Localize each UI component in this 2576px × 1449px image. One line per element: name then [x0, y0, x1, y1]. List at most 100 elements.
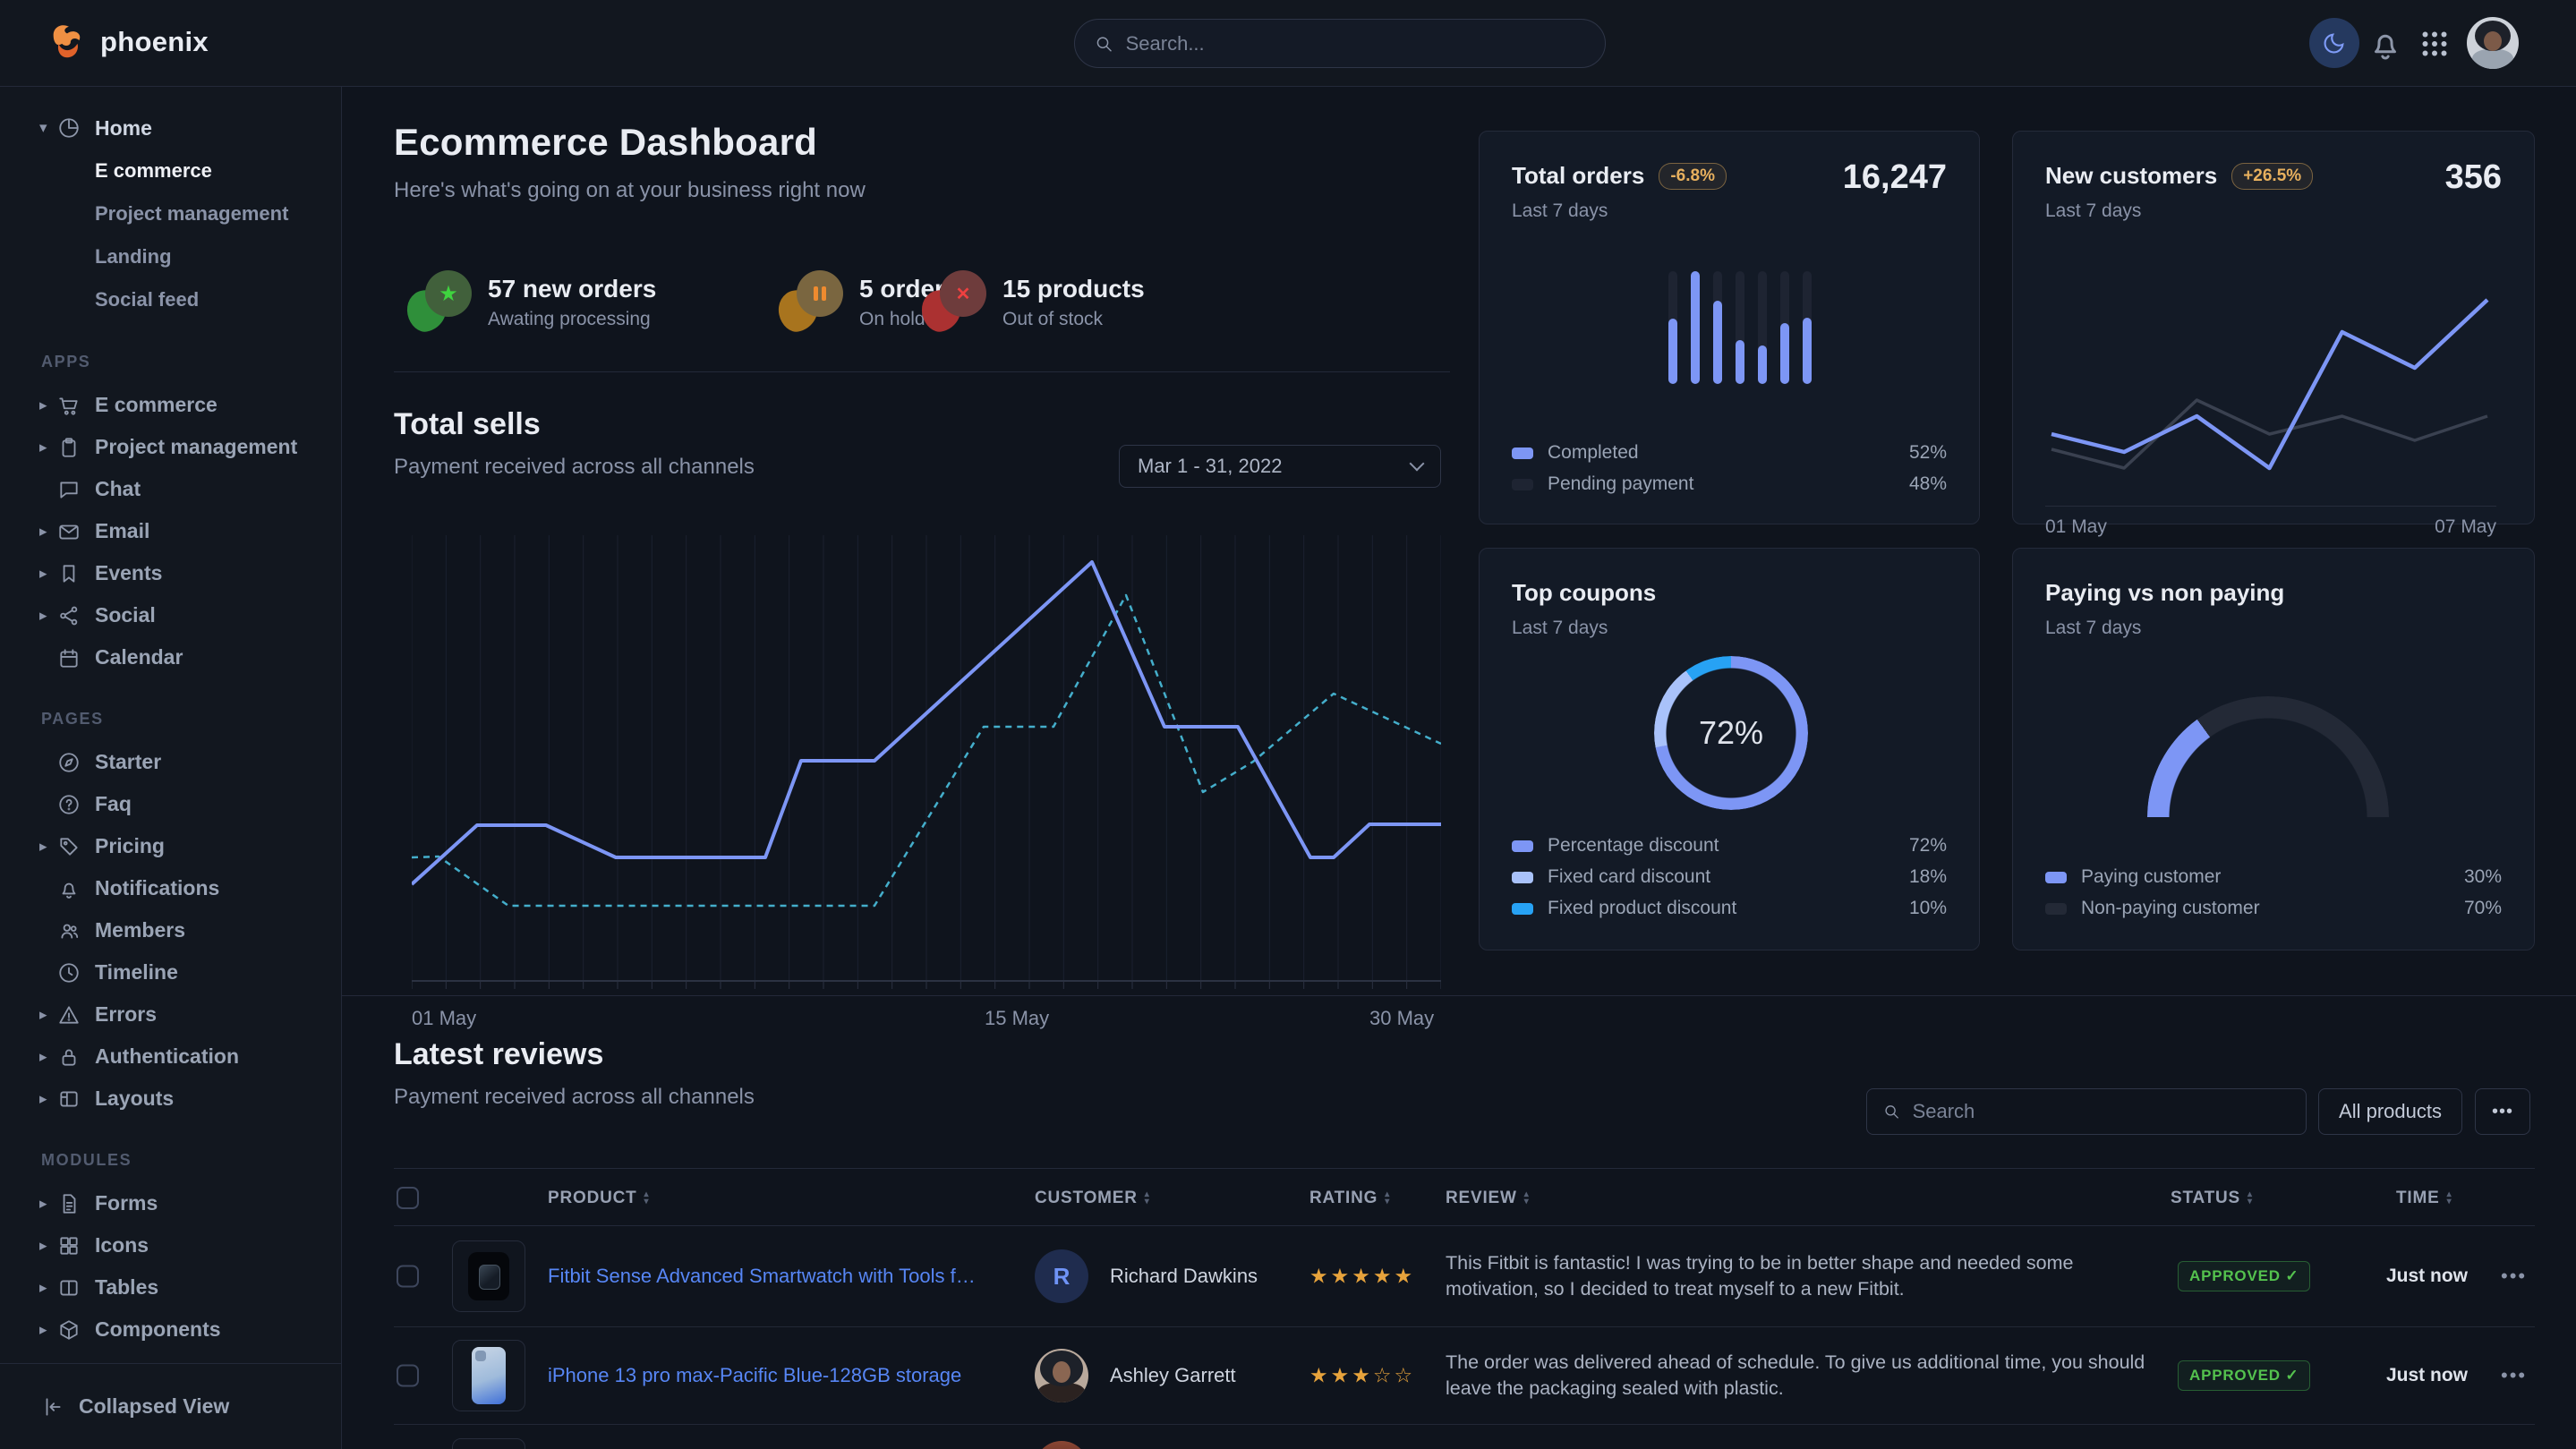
notifications-bell-icon[interactable]	[2367, 25, 2404, 63]
reviews-search[interactable]	[1866, 1088, 2307, 1135]
column-time[interactable]: TIME▴▾	[2396, 1169, 2452, 1227]
row-checkbox[interactable]	[397, 1266, 419, 1288]
customer-avatar[interactable]	[1035, 1441, 1088, 1449]
caret-right-icon: ▸	[39, 1006, 57, 1024]
orders-bar-chart	[1668, 271, 1812, 384]
sidebar-item-project-management[interactable]: ▸ Project management	[0, 426, 341, 468]
sidebar-item-starter[interactable]: Starter	[0, 741, 341, 783]
card-caption: Last 7 days	[2045, 618, 2502, 639]
sidebar-item-calendar[interactable]: Calendar	[0, 636, 341, 678]
users-icon	[57, 919, 81, 942]
row-menu-button[interactable]: •••	[2501, 1265, 2527, 1288]
layout-icon	[57, 1087, 81, 1111]
tag-icon	[57, 835, 81, 858]
theme-toggle-button[interactable]	[2309, 18, 2359, 68]
search-input[interactable]	[1126, 32, 1585, 55]
question-icon	[57, 793, 81, 816]
card-title: Top coupons	[1512, 579, 1656, 607]
collapse-sidebar-button[interactable]: Collapsed View	[0, 1363, 341, 1449]
column-rating[interactable]: RATING▴▾	[1309, 1169, 1390, 1227]
cart-icon	[57, 394, 81, 417]
search-icon	[1095, 34, 1113, 54]
sort-icon: ▴▾	[1524, 1191, 1530, 1206]
row-checkbox[interactable]	[397, 1365, 419, 1387]
all-products-button[interactable]: All products	[2318, 1088, 2462, 1135]
donut-center-label: 72%	[1654, 656, 1808, 810]
product-link[interactable]: iPhone 13 pro max-Pacific Blue-128GB sto…	[548, 1364, 977, 1387]
calendar-icon	[57, 646, 81, 669]
pie-chart-icon	[57, 116, 81, 140]
reviews-search-input[interactable]	[1913, 1100, 2290, 1123]
bookmark-icon	[57, 562, 81, 585]
x-tick-15may: 15 May	[985, 1007, 1049, 1030]
check-icon: ✓	[2285, 1367, 2299, 1384]
customer-avatar[interactable]	[1035, 1349, 1088, 1402]
sidebar-item-project-management-dashboard[interactable]: Project management	[0, 192, 341, 235]
apps-grid-icon[interactable]	[2418, 28, 2451, 60]
sidebar-item-timeline[interactable]: Timeline	[0, 951, 341, 993]
sidebar-item-events[interactable]: ▸ Events	[0, 552, 341, 594]
app-root: phoenix ▾	[0, 0, 2576, 1449]
column-status[interactable]: STATUS▴▾	[2171, 1169, 2253, 1227]
sidebar-item-faq[interactable]: Faq	[0, 783, 341, 825]
chat-icon	[57, 478, 81, 501]
compass-icon	[57, 751, 81, 774]
sidebar-item-errors[interactable]: ▸ Errors	[0, 993, 341, 1036]
sidebar-item-forms[interactable]: ▸ Forms	[0, 1182, 341, 1224]
product-thumbnail-fitbit[interactable]	[452, 1240, 525, 1312]
caret-right-icon: ▸	[39, 1279, 57, 1297]
sidebar-item-notifications[interactable]: Notifications	[0, 867, 341, 909]
sidebar-item-chat[interactable]: Chat	[0, 468, 341, 510]
total-sells-title: Total sells	[394, 407, 755, 442]
sidebar-item-components[interactable]: ▸ Components	[0, 1308, 341, 1351]
star-icon: ★	[439, 281, 458, 307]
product-thumbnail[interactable]	[452, 1438, 525, 1449]
sidebar-item-icons[interactable]: ▸ Icons	[0, 1224, 341, 1266]
more-options-button[interactable]: •••	[2475, 1088, 2530, 1135]
sidebar-item-landing[interactable]: Landing	[0, 235, 341, 278]
sidebar-item-social[interactable]: ▸ Social	[0, 594, 341, 636]
on-hold-icon	[779, 270, 843, 335]
select-all-checkbox[interactable]	[397, 1187, 419, 1209]
column-review[interactable]: REVIEW▴▾	[1446, 1169, 1530, 1227]
global-search[interactable]	[1074, 19, 1606, 68]
sidebar-section-apps: APPS	[0, 346, 341, 377]
date-range-select[interactable]: Mar 1 - 31, 2022	[1119, 445, 1441, 488]
grid-icon	[57, 1234, 81, 1257]
total-sells-chart	[412, 535, 1441, 993]
sidebar-item-pricing[interactable]: ▸ Pricing	[0, 825, 341, 867]
sort-icon: ▴▾	[644, 1191, 650, 1206]
column-customer[interactable]: CUSTOMER▴▾	[1035, 1169, 1150, 1227]
chevron-down-icon	[1410, 456, 1425, 472]
sidebar-item-email[interactable]: ▸ Email	[0, 510, 341, 552]
mail-icon	[57, 520, 81, 543]
product-link[interactable]: Fitbit Sense Advanced Smartwatch with To…	[548, 1265, 977, 1288]
x-tick-30may: 30 May	[1369, 1007, 1434, 1030]
share-icon	[57, 604, 81, 627]
card-title: Paying vs non paying	[2045, 579, 2284, 607]
clipboard-icon	[57, 436, 81, 459]
sidebar-item-social-feed[interactable]: Social feed	[0, 278, 341, 321]
sidebar-item-layouts[interactable]: ▸ Layouts	[0, 1078, 341, 1120]
card-caption: Last 7 days	[1512, 618, 1947, 639]
row-menu-button[interactable]: •••	[2501, 1364, 2527, 1387]
sidebar-item-members[interactable]: Members	[0, 909, 341, 951]
customer-avatar[interactable]: R	[1035, 1249, 1088, 1303]
file-icon	[57, 1192, 81, 1215]
sidebar-item-ecommerce-dashboard[interactable]: E commerce	[0, 149, 341, 192]
sidebar-item-authentication[interactable]: ▸ Authentication	[0, 1036, 341, 1078]
caret-down-icon: ▾	[39, 119, 57, 137]
review-text: This Fitbit is fantastic! I was trying t…	[1446, 1250, 2153, 1302]
warning-icon	[57, 1003, 81, 1027]
sidebar-item-home[interactable]: ▾ Home	[0, 107, 341, 149]
sidebar-item-tables[interactable]: ▸ Tables	[0, 1266, 341, 1308]
brand-logo[interactable]: phoenix	[47, 21, 209, 63]
product-thumbnail-iphone[interactable]	[452, 1340, 525, 1411]
sidebar-item-ecommerce[interactable]: ▸ E commerce	[0, 384, 341, 426]
user-avatar[interactable]	[2467, 17, 2519, 69]
phoenix-flame-icon	[47, 21, 88, 63]
lock-icon	[57, 1045, 81, 1069]
column-product[interactable]: PRODUCT▴▾	[548, 1169, 649, 1227]
clock-icon	[57, 961, 81, 984]
box-icon	[57, 1318, 81, 1342]
